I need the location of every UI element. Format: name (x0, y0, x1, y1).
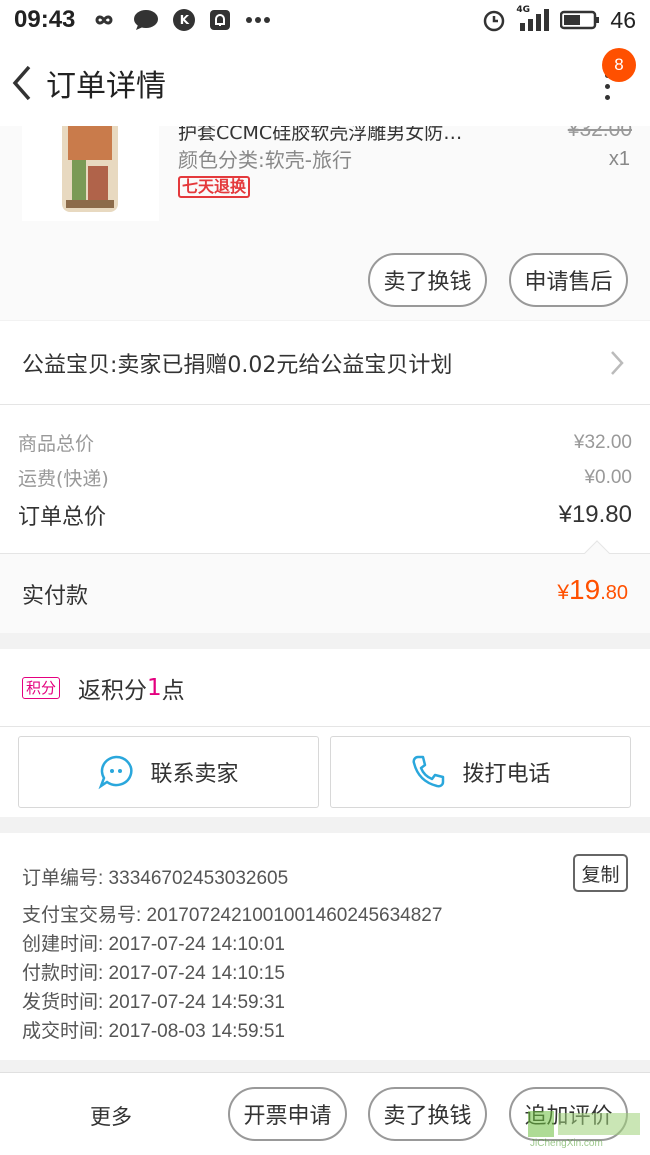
sell-button[interactable]: 卖了换钱 (368, 253, 487, 307)
completed-time: 成交时间: 2017-08-03 14:59:51 (22, 1021, 285, 1042)
price-breakdown: 商品总价 ¥32.00 运费(快递) ¥0.00 订单总价 ¥19.80 (0, 405, 650, 553)
created-time: 创建时间: 2017-07-24 14:10:01 (22, 934, 285, 955)
chat-bubble-icon (98, 755, 133, 790)
battery-icon (560, 10, 600, 30)
chevron-right-icon (611, 351, 624, 375)
copy-button[interactable]: 复制 (573, 854, 628, 892)
message-count-badge: 8 (602, 48, 636, 82)
product-original-price: ¥32.00 (567, 126, 632, 141)
sell-button-bottom[interactable]: 卖了换钱 (368, 1087, 487, 1141)
paid-decimal: .80 (600, 582, 628, 604)
alarm-icon (482, 8, 506, 32)
page-title: 订单详情 (46, 69, 166, 104)
contact-seller-button[interactable]: 联系卖家 (18, 736, 319, 808)
dot-icon (604, 83, 610, 89)
call-phone-label: 拨打电话 (462, 762, 551, 787)
points-number: 1 (147, 674, 162, 701)
phone-icon (412, 755, 445, 788)
notification-bell-icon (209, 9, 231, 31)
status-time: 09:43 (14, 6, 76, 33)
points-text-suffix: 点 (161, 677, 185, 704)
more-actions-button[interactable]: 更多 (90, 1101, 132, 1131)
infinity-icon (89, 11, 119, 29)
message-icon (133, 9, 159, 31)
goods-total-row: 商品总价 ¥32.00 (18, 429, 632, 456)
phone-case-image (22, 126, 159, 221)
status-bar: 09:43 K 4G 46 (0, 0, 650, 40)
chevron-left-icon (12, 65, 31, 101)
watermark-logo: JiChengXin.com (526, 1109, 644, 1149)
order-total-row: 订单总价 ¥19.80 (18, 499, 632, 531)
return-policy-tag: 七天退换 (178, 176, 251, 198)
order-total-value: ¥19.80 (558, 501, 632, 528)
after-sale-button[interactable]: 申请售后 (509, 253, 628, 307)
watermark-text: JiChengXin.com (530, 1138, 603, 1149)
paid-amount-row: 实付款 ¥19.80 (0, 540, 650, 633)
product-quantity: x1 (608, 148, 630, 170)
charity-text: 公益宝贝:卖家已捐赠0.02元给公益宝贝计划 (22, 352, 453, 378)
k-app-icon: K (173, 9, 196, 31)
goods-total-label: 商品总价 (18, 433, 95, 455)
order-info: 订单编号: 33346702453032605 复制 支付宝交易号: 20170… (0, 833, 650, 1060)
shipped-time: 发货时间: 2017-07-24 14:59:31 (22, 992, 285, 1013)
product-item[interactable]: 护套CCMC硅胶软壳浮雕男女防… 颜色分类:软壳-旅行 七天退换 ¥32.00 … (0, 126, 650, 320)
more-dots-icon (245, 16, 271, 24)
order-total-label: 订单总价 (18, 505, 107, 530)
contact-actions: 联系卖家 拨打电话 (0, 727, 650, 817)
product-name: 护套CCMC硅胶软壳浮雕男女防… (178, 126, 463, 144)
paid-label: 实付款 (22, 584, 89, 609)
product-sku: 颜色分类:软壳-旅行 (178, 148, 352, 172)
alipay-number: 支付宝交易号: 2017072421001001460245634827 (22, 905, 443, 926)
invoice-request-button[interactable]: 开票申请 (228, 1087, 347, 1141)
network-type: 4G (516, 5, 531, 15)
product-thumbnail[interactable] (22, 126, 159, 221)
battery-level: 46 (610, 6, 636, 33)
goods-total-value: ¥32.00 (573, 431, 632, 453)
paid-time: 付款时间: 2017-07-24 14:10:15 (22, 963, 285, 984)
charity-row[interactable]: 公益宝贝:卖家已捐赠0.02元给公益宝贝计划 (0, 321, 650, 405)
paid-integer: 19 (569, 574, 601, 605)
contact-seller-label: 联系卖家 (150, 762, 239, 787)
dot-icon (604, 94, 610, 100)
shipping-row: 运费(快递) ¥0.00 (18, 464, 632, 491)
signal-icon: 4G (516, 5, 550, 31)
points-row: 积分 返积分 1 点 (0, 649, 650, 727)
paid-value: ¥19.80 (557, 574, 628, 606)
points-badge: 积分 (22, 676, 61, 699)
shipping-value: ¥0.00 (584, 466, 632, 488)
call-phone-button[interactable]: 拨打电话 (330, 736, 631, 808)
paid-currency: ¥ (557, 581, 570, 604)
nav-header: 订单详情 8 (0, 40, 650, 126)
order-number: 订单编号: 33346702453032605 (22, 868, 289, 889)
points-text-prefix: 返积分 (78, 677, 148, 704)
shipping-label: 运费(快递) (18, 468, 109, 490)
back-button[interactable] (2, 40, 42, 126)
